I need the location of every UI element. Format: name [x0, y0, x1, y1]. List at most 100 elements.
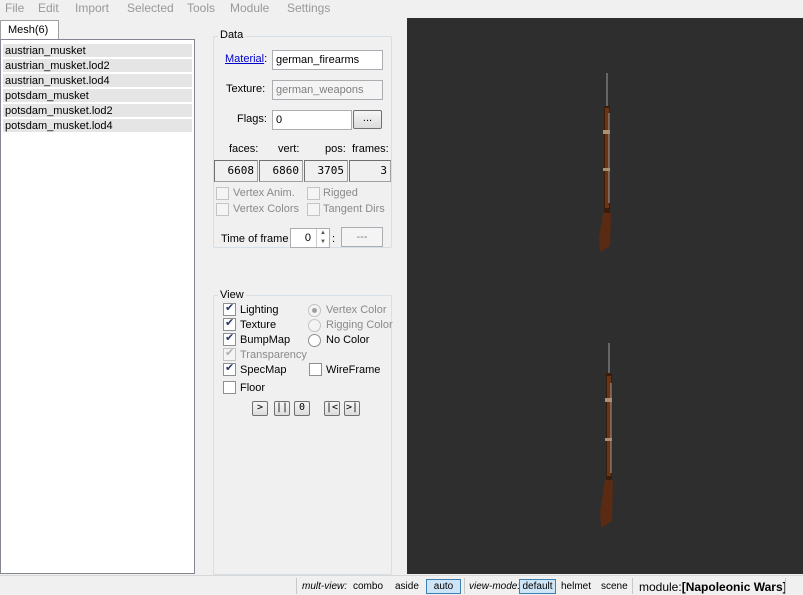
menu-settings[interactable]: Settings [287, 1, 330, 15]
no-color-radio[interactable] [308, 334, 321, 347]
tangent-dirs-label: Tangent Dirs [323, 203, 385, 215]
pos-count: 3705 [304, 160, 348, 182]
radio-dot-icon [312, 308, 317, 313]
menu-file[interactable]: File [5, 1, 24, 15]
module-label: module: [639, 580, 682, 594]
3d-viewport[interactable] [407, 18, 803, 574]
module-indicator: module:[Napoleonic Wars] [639, 580, 787, 594]
list-item[interactable]: austrian_musket [3, 44, 192, 58]
auto-button[interactable]: auto [426, 579, 461, 594]
multi-view-label: mult-view: [302, 581, 348, 592]
pos-label: pos: [325, 143, 346, 155]
aside-option[interactable]: aside [395, 581, 419, 592]
material-field[interactable]: german_firearms [272, 50, 383, 70]
floor-checkbox[interactable] [223, 381, 236, 394]
vert-label: vert: [278, 143, 300, 155]
wireframe-label: WireFrame [326, 364, 381, 376]
rigged-label: Rigged [323, 187, 358, 199]
specmap-checkbox[interactable]: ✔ [223, 362, 236, 376]
menu-import[interactable]: Import [75, 1, 109, 15]
list-item[interactable]: potsdam_musket.lod4 [3, 119, 192, 133]
material-label: Material: [225, 53, 267, 65]
view-mode-label: view-mode: [469, 581, 521, 592]
status-bar: mult-view: combo aside auto view-mode: d… [0, 575, 803, 595]
bumpmap-label: BumpMap [240, 334, 291, 346]
floor-label: Floor [240, 382, 266, 394]
separator [464, 578, 465, 594]
time-colon: : [332, 233, 336, 245]
frames-count: 3 [349, 160, 391, 182]
tab-mesh[interactable]: Mesh(6) [0, 20, 59, 40]
no-color-label: No Color [326, 334, 370, 346]
list-item[interactable]: potsdam_musket [3, 89, 192, 103]
rigged-checkbox[interactable] [307, 187, 320, 200]
list-item[interactable]: potsdam_musket.lod2 [3, 104, 192, 118]
vertex-color-radio[interactable] [308, 304, 321, 317]
stop-button[interactable]: 0 [294, 401, 310, 416]
flags-browse-button[interactable]: ... [353, 110, 382, 129]
wireframe-checkbox[interactable] [309, 363, 322, 376]
time-of-frame-spinner[interactable]: 0 ▲ ▼ [290, 228, 330, 248]
frames-label: frames: [352, 143, 389, 155]
spinner-arrows-icon[interactable]: ▲ ▼ [316, 229, 329, 247]
menu-module[interactable]: Module [230, 1, 269, 15]
texture-checkbox[interactable]: ✔ [223, 317, 236, 331]
material-link[interactable]: Material [225, 53, 264, 65]
lighting-label: Lighting [240, 304, 279, 316]
menu-tools[interactable]: Tools [187, 1, 215, 15]
flags-field[interactable]: 0 [272, 110, 352, 130]
separator [785, 578, 786, 594]
check-icon: ✔ [225, 302, 235, 314]
check-icon: ✔ [225, 317, 235, 329]
next-frame-button[interactable]: >| [344, 401, 360, 416]
frame-time-field: --- [341, 227, 383, 247]
menu-bar: File Edit Import Selected Tools Module S… [0, 0, 803, 18]
rigging-color-radio[interactable] [308, 319, 321, 332]
vertex-color-label: Vertex Color [326, 304, 387, 316]
check-icon: ✔ [225, 362, 235, 374]
texture-label: Texture: [226, 83, 266, 95]
transparency-label: Transparency [240, 349, 307, 361]
pause-button[interactable]: || [274, 401, 290, 416]
tangent-dirs-checkbox[interactable] [307, 203, 320, 216]
flags-label: Flags: [237, 113, 267, 125]
list-item[interactable]: austrian_musket.lod4 [3, 74, 192, 88]
check-icon: ✔ [225, 347, 235, 359]
rigging-color-label: Rigging Color [326, 319, 393, 331]
musket-models [599, 73, 613, 528]
list-item[interactable]: austrian_musket.lod2 [3, 59, 192, 73]
helmet-option[interactable]: helmet [561, 581, 591, 592]
vertex-colors-label: Vertex Colors [233, 203, 300, 215]
vertex-anim-checkbox[interactable] [216, 187, 229, 200]
bumpmap-checkbox[interactable]: ✔ [223, 332, 236, 346]
separator [632, 578, 633, 594]
lighting-checkbox[interactable]: ✔ [223, 302, 236, 316]
vertex-anim-label: Vertex Anim. [233, 187, 295, 199]
faces-count: 6608 [214, 160, 258, 182]
texture-field: german_weapons [272, 80, 383, 100]
mesh-list[interactable]: austrian_musket austrian_musket.lod2 aus… [0, 39, 195, 574]
transparency-checkbox[interactable]: ✔ [223, 347, 236, 361]
scene-option[interactable]: scene [601, 581, 628, 592]
vert-count: 6860 [259, 160, 303, 182]
data-group-title: Data [218, 29, 246, 41]
combo-option[interactable]: combo [353, 581, 383, 592]
menu-selected[interactable]: Selected [127, 1, 174, 15]
check-icon: ✔ [225, 332, 235, 344]
time-of-frame-value: 0 [304, 232, 311, 244]
separator [296, 578, 297, 594]
musket-model-bottom [600, 343, 613, 528]
play-button[interactable]: > [252, 401, 268, 416]
module-name: Napoleonic Wars [685, 580, 783, 594]
time-of-frame-label: Time of frame [221, 233, 289, 245]
default-button[interactable]: default [519, 579, 556, 594]
vertex-colors-checkbox[interactable] [216, 203, 229, 216]
faces-label: faces: [229, 143, 259, 155]
material-colon: : [264, 53, 268, 65]
view-group-title: View [218, 289, 246, 301]
prev-frame-button[interactable]: |< [324, 401, 340, 416]
musket-model-top [599, 73, 611, 252]
specmap-label: SpecMap [240, 364, 287, 376]
texture-view-label: Texture [240, 319, 277, 331]
menu-edit[interactable]: Edit [38, 1, 59, 15]
